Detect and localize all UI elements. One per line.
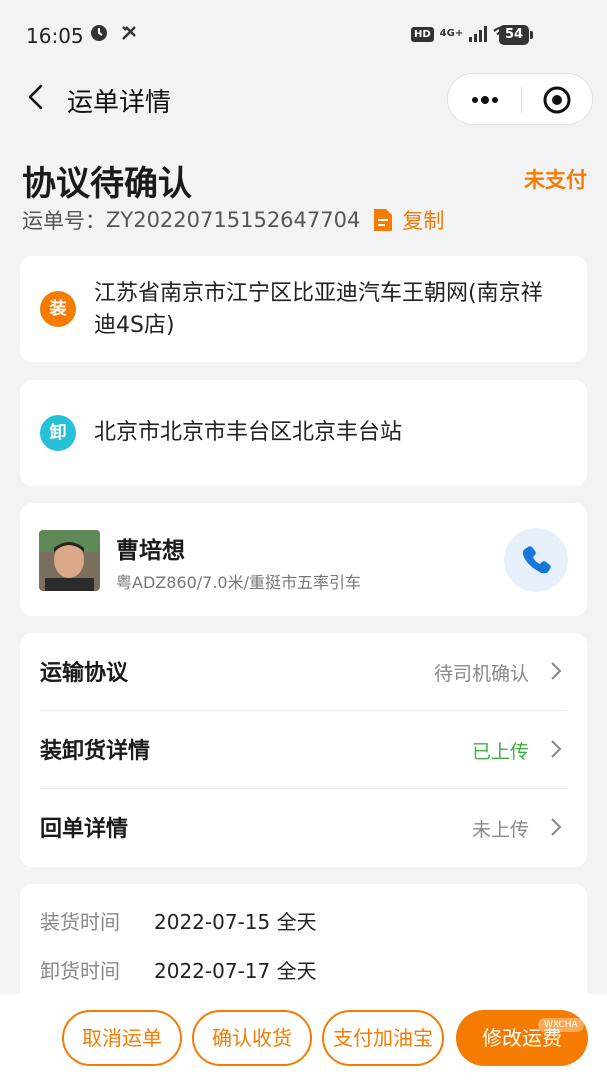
loading-details-row[interactable]: 装卸货详情 已上传 xyxy=(40,711,567,789)
driver-card: 曹培想 粤ADZ860/7.0米/重挺市五率引车 xyxy=(20,503,587,616)
row-label: 回单详情 xyxy=(40,817,129,842)
nav-bar: 运单详情 xyxy=(0,70,607,126)
load-address: 江苏省南京市江宁区比亚迪汽车王朝网(南京祥迪4S店) xyxy=(94,281,543,338)
row-value: 待司机确认 xyxy=(433,663,529,685)
close-miniprogram-icon[interactable] xyxy=(542,85,572,115)
clock-icon xyxy=(91,25,107,41)
tools-icon xyxy=(121,26,136,40)
load-badge: 装 xyxy=(40,291,76,327)
unload-address: 北京市北京市丰台区北京丰台站 xyxy=(94,420,403,445)
chevron-right-icon xyxy=(551,740,562,758)
network-type: 4G+ xyxy=(439,28,464,39)
miniprogram-capsule xyxy=(447,73,593,125)
more-icon[interactable] xyxy=(466,88,504,112)
load-address-card: 装 江苏省南京市江宁区比亚迪汽车王朝网(南京祥迪4S店) xyxy=(20,256,587,362)
chevron-right-icon xyxy=(551,662,562,680)
nav-title: 运单详情 xyxy=(67,88,172,118)
order-number: ZY20220715152647704 xyxy=(106,208,361,232)
payment-status: 未支付 xyxy=(524,168,587,192)
bottom-action-bar: 取消运单 确认收货 支付加油宝 修改运费 xyxy=(0,994,607,1080)
row-value: 未上传 xyxy=(471,819,529,841)
cancel-order-button[interactable]: 取消运单 xyxy=(62,1010,182,1066)
watermark: WXCHA xyxy=(538,1018,584,1032)
load-time-label: 装货时间 xyxy=(40,910,120,934)
copy-label: 复制 xyxy=(402,209,445,233)
status-bar: 16:05 HD 4G+ 54 xyxy=(0,0,607,70)
order-number-row: 运单号： ZY20220715152647704 复制 xyxy=(22,205,444,235)
back-arrow-icon[interactable] xyxy=(22,82,52,112)
unload-time-label: 卸货时间 xyxy=(40,959,120,983)
battery-indicator: 54 xyxy=(499,25,529,45)
capsule-divider xyxy=(521,87,522,113)
row-label: 装卸货详情 xyxy=(40,739,151,764)
confirm-receipt-button[interactable]: 确认收货 xyxy=(192,1010,312,1066)
unload-badge: 卸 xyxy=(40,415,76,451)
battery-tip xyxy=(530,31,533,39)
call-driver-button[interactable] xyxy=(504,528,568,592)
details-card: 运输协议 待司机确认 装卸货详情 已上传 回单详情 未上传 xyxy=(20,633,587,867)
chevron-right-icon xyxy=(551,818,562,836)
document-icon xyxy=(374,209,393,231)
copy-button[interactable]: 复制 xyxy=(372,205,444,235)
hd-badge: HD xyxy=(411,26,434,42)
row-value: 已上传 xyxy=(471,741,529,763)
driver-vehicle-info: 粤ADZ860/7.0米/重挺市五率引车 xyxy=(116,573,361,592)
status-time: 16:05 xyxy=(26,24,84,48)
page-title: 协议待确认 xyxy=(22,164,192,204)
unload-address-card: 卸 北京市北京市丰台区北京丰台站 xyxy=(20,380,587,486)
unload-time-value: 2022-07-17 全天 xyxy=(154,959,317,983)
driver-name: 曹培想 xyxy=(116,538,185,564)
transport-agreement-row[interactable]: 运输协议 待司机确认 xyxy=(40,633,567,711)
load-time-value: 2022-07-15 全天 xyxy=(154,910,317,934)
receipt-details-row[interactable]: 回单详情 未上传 xyxy=(40,789,567,867)
driver-avatar xyxy=(39,530,100,591)
pay-fuel-button[interactable]: 支付加油宝 xyxy=(322,1010,444,1066)
row-label: 运输协议 xyxy=(40,661,129,686)
signal-icon xyxy=(469,26,488,42)
order-number-label: 运单号： xyxy=(22,209,106,233)
phone-icon xyxy=(522,546,551,574)
notification-icons xyxy=(90,24,138,45)
